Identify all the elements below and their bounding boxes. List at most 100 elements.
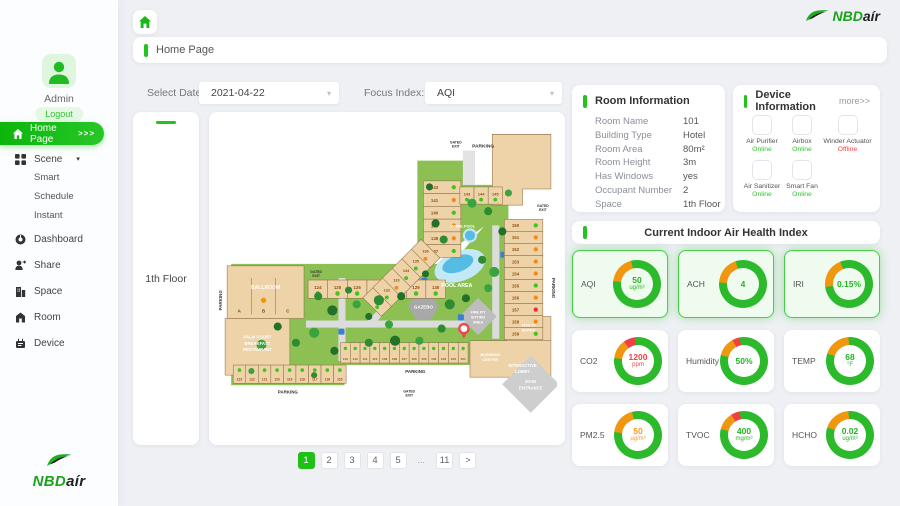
sidebar-item-instant[interactable]: Instant: [34, 210, 63, 221]
map-room-155[interactable]: 155: [504, 280, 542, 292]
map-room-116[interactable]: 116: [321, 365, 334, 383]
page-button-4[interactable]: 4: [367, 452, 384, 469]
sidebar-item-share[interactable]: Share: [0, 256, 118, 274]
page-button-1[interactable]: 1: [298, 452, 315, 469]
map-room-104[interactable]: 104: [429, 343, 439, 363]
map-room-156[interactable]: 156: [504, 292, 542, 304]
page-button-5[interactable]: 5: [390, 452, 407, 469]
date-select[interactable]: 2021-04-22 ▾: [199, 82, 339, 104]
sidebar-item-space[interactable]: Space: [0, 282, 118, 300]
svg-text:156: 156: [512, 295, 520, 300]
page-ellipsis: ...: [413, 452, 430, 469]
gauge-unit: ug/m³: [842, 436, 857, 443]
device-tile-air-purifier[interactable]: Air PurifierOnline: [740, 115, 784, 153]
gauge-card-pm25[interactable]: PM2.550ug/m³: [572, 404, 668, 466]
room-info-row: Space1th Floor: [595, 198, 725, 212]
gauge-card-temp[interactable]: TEMP68°F: [784, 330, 880, 392]
map-room-120[interactable]: 120: [271, 365, 284, 383]
map-room-122[interactable]: 122: [246, 365, 259, 383]
room-info-value: 1th Floor: [683, 198, 721, 212]
gauge-value: 68: [845, 353, 854, 362]
gauge-card-hcho[interactable]: HCHO0.02ug/m³: [784, 404, 880, 466]
room-info-value: Hotel: [683, 129, 705, 143]
svg-text:BREAKFAST: BREAKFAST: [245, 341, 271, 346]
svg-text:EXIT: EXIT: [312, 274, 321, 278]
map-room-154[interactable]: 154: [504, 267, 542, 279]
sidebar-item-home-page[interactable]: Home Page >>>: [0, 122, 104, 145]
device-tile-air-sanitizer[interactable]: Air SanitizerOnline: [740, 160, 784, 198]
room-info-row: Room Height3m: [595, 156, 725, 170]
map-room-109[interactable]: 109: [380, 343, 390, 363]
map-room-125[interactable]: 125: [328, 280, 348, 298]
sidebar-item-label: Scene: [34, 154, 62, 165]
map-room-102[interactable]: 102: [448, 343, 458, 363]
map-room-121[interactable]: 121: [258, 365, 271, 383]
svg-text:AREA: AREA: [473, 321, 484, 325]
focus-index-select[interactable]: AQI ▾: [425, 82, 562, 104]
gauge-card-aqi[interactable]: AQI50ug/m³: [572, 250, 668, 318]
map-room-101[interactable]: 101: [458, 343, 468, 363]
brand-dark: aír: [863, 8, 880, 24]
gauge-card-humidity[interactable]: Humidity50%: [678, 330, 774, 392]
device-status: Online: [792, 146, 812, 153]
sidebar-item-dashboard[interactable]: Dashboard: [0, 230, 118, 248]
map-room-105[interactable]: 105: [419, 343, 429, 363]
map-room-141[interactable]: 141: [423, 194, 460, 207]
device-tile-winder-actuator[interactable]: Winder ActuatorOffline: [820, 115, 875, 153]
svg-text:134: 134: [403, 269, 410, 273]
sidebar-item-schedule[interactable]: Schedule: [34, 191, 74, 202]
page-button-2[interactable]: 2: [321, 452, 338, 469]
sidebar-item-scene[interactable]: Scene ▾: [0, 150, 118, 168]
room-info-title: Room Information: [595, 95, 690, 107]
map-room-112[interactable]: 112: [350, 343, 360, 363]
gauge-value: 50: [632, 276, 641, 285]
sidebar-item-room[interactable]: Room: [0, 308, 118, 326]
map-room-108[interactable]: 108: [390, 343, 400, 363]
device-tile-smart-fan[interactable]: Smart FanOnline: [784, 160, 820, 198]
gauge-label: TVOC: [686, 430, 710, 440]
sidebar-item-device[interactable]: Device: [0, 334, 118, 352]
room-info-label: Room Height: [595, 156, 683, 170]
floor-selector[interactable]: 1th Floor: [133, 112, 199, 445]
map-room-107[interactable]: 107: [399, 343, 409, 363]
map-room-145[interactable]: 145: [488, 187, 502, 204]
page-button-11[interactable]: 11: [436, 452, 454, 469]
page-button-3[interactable]: 3: [344, 452, 361, 469]
gauge-card-ach[interactable]: ACH4: [678, 250, 774, 318]
brand-logo: NBDaír: [10, 453, 108, 490]
map-room-119[interactable]: 119: [283, 365, 296, 383]
map-room-140[interactable]: 140: [423, 206, 460, 219]
map-room-153[interactable]: 153: [504, 255, 542, 267]
logout-button[interactable]: Logout: [35, 107, 83, 121]
room-info-value: 3m: [683, 156, 696, 170]
home-button[interactable]: [133, 10, 157, 34]
device-tile-airbox[interactable]: AirboxOnline: [784, 115, 820, 153]
map-room-123[interactable]: 123: [233, 365, 246, 383]
map-room-150[interactable]: 150: [504, 219, 542, 231]
map-room-115[interactable]: 115: [334, 365, 347, 383]
avatar: [42, 54, 76, 88]
room-info-label: Room Area: [595, 143, 683, 157]
svg-text:158: 158: [512, 319, 520, 324]
gauge-label: TEMP: [792, 356, 816, 366]
next-page-button[interactable]: >: [459, 452, 476, 469]
device-name: Winder Actuator: [823, 138, 871, 145]
svg-text:113: 113: [343, 357, 348, 361]
map-room-106[interactable]: 106: [409, 343, 419, 363]
svg-text:145: 145: [492, 191, 499, 196]
leaf-icon: [46, 453, 72, 468]
map-room-152[interactable]: 152: [504, 243, 542, 255]
gauge-card-tvoc[interactable]: TVOC400mg/m³: [678, 404, 774, 466]
gauge-card-co2[interactable]: CO21200ppm: [572, 330, 668, 392]
floor-map[interactable]: 1431411401391381371501511521531541551561…: [217, 119, 557, 437]
map-room-151[interactable]: 151: [504, 231, 542, 243]
gauge-card-iri[interactable]: IRI0.15%: [784, 250, 880, 318]
map-room-103[interactable]: 103: [439, 343, 449, 363]
map-room-118[interactable]: 118: [296, 365, 309, 383]
map-room-113[interactable]: 113: [340, 343, 350, 363]
more-link[interactable]: more>>: [839, 96, 870, 106]
sidebar-item-smart[interactable]: Smart: [34, 172, 59, 183]
svg-text:FIRE PIT: FIRE PIT: [471, 310, 487, 314]
map-room-157[interactable]: 157: [504, 304, 542, 316]
home-icon: [13, 129, 23, 139]
